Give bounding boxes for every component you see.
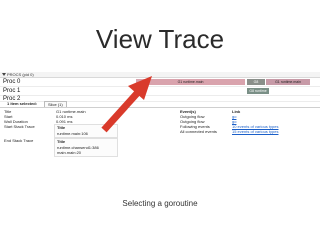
slide-caption: Selecting a goroutine bbox=[122, 199, 198, 208]
